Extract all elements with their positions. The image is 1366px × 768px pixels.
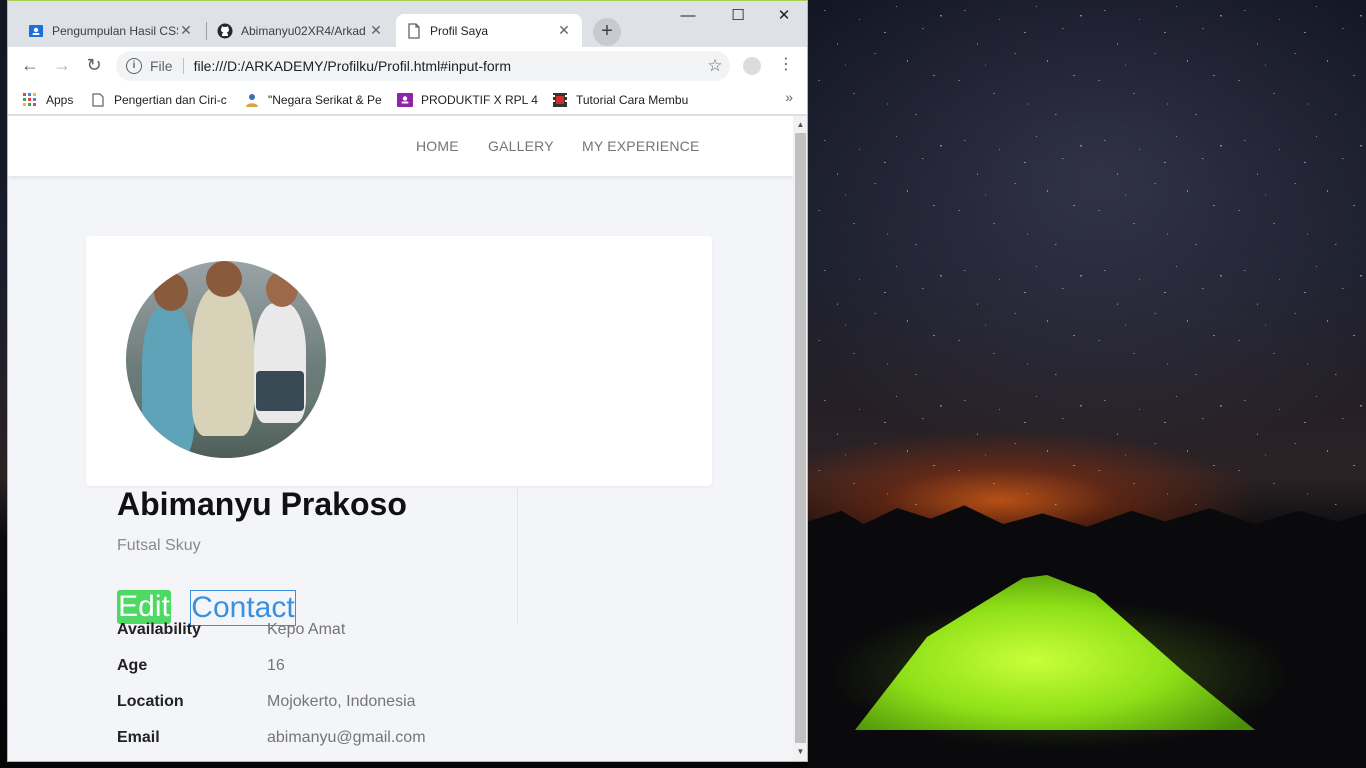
back-arrow-icon[interactable]: ←: [18, 54, 42, 78]
tab-profil-saya[interactable]: Profil Saya ✕: [396, 14, 582, 47]
detail-value: 16: [267, 657, 285, 674]
apps-grid-icon: [22, 92, 38, 108]
edit-button[interactable]: Edit: [117, 590, 171, 624]
bookmark-produktif[interactable]: PRODUKTIF X RPL 4 -: [397, 90, 539, 110]
wallpaper-stars: [808, 0, 1366, 520]
bookmarks-bar: Apps Pengertian dan Ciri-c "Negara Serik…: [8, 85, 807, 115]
tab-strip: Pengumpulan Hasil CSS ✕ Abimanyu02XR4/Ar…: [8, 1, 807, 47]
reload-icon[interactable]: ↻: [82, 54, 106, 78]
new-tab-button[interactable]: +: [593, 18, 621, 46]
maximize-button[interactable]: ☐: [715, 5, 761, 29]
classroom-icon: [28, 23, 44, 39]
bookmark-negara-serikat[interactable]: "Negara Serikat & Pe: [244, 90, 382, 110]
detail-label: Location: [117, 693, 184, 710]
detail-label: Availability: [117, 621, 201, 638]
detail-value: Kepo Amat: [267, 621, 346, 638]
close-window-button[interactable]: ✕: [761, 5, 807, 29]
browser-window: Pengumpulan Hasil CSS ✕ Abimanyu02XR4/Ar…: [7, 0, 808, 762]
profile-name: Abimanyu Prakoso: [117, 486, 407, 522]
bookmark-label: Tutorial Cara Membu: [576, 93, 689, 107]
minimize-button[interactable]: —: [665, 5, 711, 29]
tab-title: Pengumpulan Hasil CSS: [52, 23, 178, 38]
bookmark-label: Apps: [46, 93, 74, 107]
bookmark-label: "Negara Serikat & Pe: [268, 93, 382, 107]
avatar-head-center: [206, 261, 242, 297]
site-navbar: HOME GALLERY MY EXPERIENCE: [8, 116, 793, 176]
nav-link-gallery[interactable]: GALLERY: [488, 138, 554, 154]
bookmarks-more-button[interactable]: »: [785, 89, 793, 105]
tab-title: Profil Saya: [430, 23, 489, 38]
scrollbar-thumb[interactable]: [795, 133, 806, 743]
page-icon: [406, 22, 422, 39]
forward-arrow-icon[interactable]: →: [50, 54, 74, 78]
person-icon: [244, 92, 260, 108]
nav-link-home[interactable]: HOME: [416, 138, 459, 154]
film-icon: [552, 92, 568, 108]
bookmark-label: Pengertian dan Ciri-c: [114, 93, 227, 107]
scroll-down-arrow-icon[interactable]: ▼: [793, 745, 807, 759]
close-icon[interactable]: ✕: [178, 22, 194, 39]
extension-icon[interactable]: [743, 57, 761, 75]
close-icon[interactable]: ✕: [368, 22, 384, 39]
profile-tagline: Futsal Skuy: [117, 537, 201, 554]
avatar-head-right: [266, 271, 298, 307]
address-divider: [182, 58, 184, 74]
profile-card: [86, 236, 712, 486]
info-icon[interactable]: i: [126, 58, 142, 74]
page-icon: [90, 92, 106, 108]
bookmark-label: PRODUKTIF X RPL 4 -: [421, 93, 539, 107]
avatar-person-left: [142, 306, 194, 456]
tab-pengumpulan[interactable]: Pengumpulan Hasil CSS ✕: [18, 14, 204, 47]
tab-title: Abimanyu02XR4/Arkad: [241, 23, 366, 38]
bookmark-pengertian[interactable]: Pengertian dan Ciri-c: [90, 90, 230, 110]
browser-toolbar: ← → ↻ i File file:///D:/ARKADEMY/Profilk…: [8, 47, 807, 85]
detail-value: Mojokerto, Indonesia: [267, 693, 416, 710]
github-icon: [217, 23, 233, 39]
page-scrollbar[interactable]: ▲ ▼: [793, 116, 807, 761]
profile-avatar: [126, 261, 326, 458]
scroll-up-arrow-icon[interactable]: ▲: [793, 118, 807, 132]
url-text[interactable]: file:///D:/ARKADEMY/Profilku/Profil.html…: [194, 58, 700, 74]
detail-label: Age: [117, 657, 148, 674]
bookmark-apps[interactable]: Apps: [22, 90, 73, 110]
tab-github[interactable]: Abimanyu02XR4/Arkad ✕: [207, 14, 394, 47]
detail-label: Email: [117, 729, 160, 746]
avatar-shorts: [256, 371, 304, 411]
address-bar[interactable]: i File file:///D:/ARKADEMY/Profilku/Prof…: [116, 51, 730, 81]
scheme-label: File: [150, 58, 173, 74]
avatar-person-center: [192, 286, 254, 436]
bookmark-tutorial[interactable]: Tutorial Cara Membu: [552, 90, 692, 110]
detail-value: abimanyu@gmail.com: [267, 729, 426, 746]
avatar-head-left: [154, 273, 188, 311]
star-icon[interactable]: ☆: [700, 56, 730, 76]
menu-kebab-icon[interactable]: ⋮: [778, 55, 794, 75]
page-viewport: HOME GALLERY MY EXPERIENCE Abimanyu Prak…: [8, 116, 793, 761]
classroom-icon: [397, 92, 413, 108]
close-icon[interactable]: ✕: [556, 22, 572, 39]
nav-link-my-experience[interactable]: MY EXPERIENCE: [582, 138, 700, 154]
vertical-divider: [517, 486, 518, 624]
